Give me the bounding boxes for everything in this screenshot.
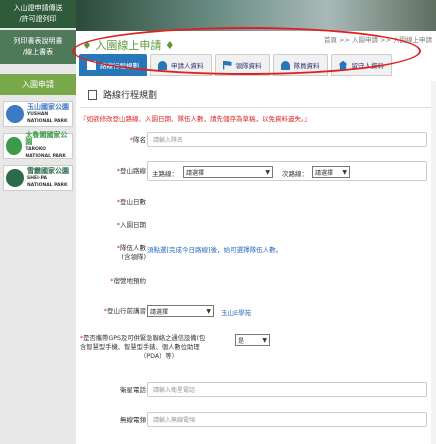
section-title: 路線行程規劃 (103, 91, 158, 101)
chevron-down-icon: ▼ (206, 307, 211, 315)
radio-frequency-label: 無線電頻 (120, 416, 146, 424)
pre-training-select[interactable]: 請選擇 ▼ (147, 305, 214, 317)
entry-date-label: *入園日期 (116, 221, 146, 229)
main-route-select[interactable]: 請選擇 ▼ (183, 166, 273, 178)
radio-frequency-input[interactable]: 請輸入無線電頻 (147, 412, 427, 427)
team-size-label: *隊伍人數 (含領隊) (116, 244, 146, 261)
satellite-phone-label: 衛星電話 (120, 386, 146, 394)
sidebar-permit-links[interactable]: 入山證申請傳送 /許可證列印 (0, 0, 76, 28)
park-name-en: YUSHAN (27, 111, 49, 117)
sidebar-link-print-guide[interactable]: 列印書表說明書 (2, 36, 74, 47)
document-icon (88, 89, 97, 100)
sidebar-link-permit-send[interactable]: 入山證申請傳送 (2, 3, 74, 14)
tab-bar: 路線行程規劃 申請人資料 領隊資料 隊員資料 留守人資料 (72, 27, 436, 77)
chevron-down-icon: ▼ (342, 168, 347, 176)
park-name-en: TAROKO (25, 147, 46, 152)
main-content: ♦ 入園線上申請 ♦ 首頁 >> 入園申請 >> 入園線上申請 路線行程規劃 申… (72, 27, 436, 444)
chevron-down-icon: ▼ (262, 336, 267, 344)
highlight-oval (72, 27, 421, 75)
route-label: *登山路線 (116, 167, 146, 175)
route-section: 路線行程規劃 『如欲修改登山路線、入園日期、隊伍人數，請先儲存為草稿，以免資料遺… (76, 82, 436, 128)
park-link-yushan[interactable]: 玉山國家公園 YUSHAN NATIONAL PARK (3, 101, 73, 127)
sidebar-link-permit-print[interactable]: /許可證列印 (2, 14, 74, 25)
park-name-en: NATIONAL PARK (25, 154, 66, 159)
team-name-label: *隊名 (129, 136, 146, 144)
taroko-logo-icon (6, 137, 23, 155)
pre-training-label: *登山行前講習 (103, 307, 146, 315)
camp-label: *宿營地預約 (110, 277, 146, 285)
team-size-sub: (含領隊) (121, 253, 146, 261)
chevron-down-icon: ▼ (265, 168, 270, 176)
park-name: 太魯閣國家公園 (25, 131, 68, 146)
satellite-phone-input[interactable]: 請輸入衛星電話 (147, 382, 427, 397)
section-header: 路線行程規劃 (80, 82, 432, 108)
team-size-note: 須點選[完成今日路線]後，始可選擇隊伍人數。 (147, 246, 283, 254)
sidebar-link-online-forms[interactable]: /線上書表 (2, 47, 74, 58)
park-name-en: NATIONAL PARK (27, 118, 68, 124)
sidebar: 入山證申請傳送 /許可證列印 列印書表說明書 /線上書表 入園申請 玉山國家公園… (0, 0, 76, 444)
sidebar-apply-header[interactable]: 入園申請 (0, 74, 76, 95)
park-name-en: NATIONAL PARK (27, 182, 68, 188)
park-name: 玉山國家公園 (27, 102, 69, 111)
yushan-logo-icon (6, 105, 24, 123)
gps-select[interactable]: 是 ▼ (235, 334, 270, 346)
park-link-taroko[interactable]: 太魯閣國家公園 TAROKO NATIONAL PARK (3, 131, 73, 159)
sheipa-logo-icon (6, 169, 24, 187)
scrollbar[interactable] (431, 81, 436, 444)
gps-label: *是否攜帶GPS及可供緊急聯絡之通信設備(包 含智慧型手機、智慧型手錶、個人數位… (80, 335, 206, 360)
sub-route-label: 次路線： (282, 170, 308, 178)
pre-training-link[interactable]: 玉山E學苑 (221, 307, 251, 317)
sub-route-select[interactable]: 請選擇 ▼ (312, 166, 350, 178)
park-name: 雪霸國家公園 (27, 166, 69, 175)
main-route-label: 主路線： (152, 170, 178, 178)
park-name-en: SHEI-PA (27, 175, 47, 181)
park-link-sheipa[interactable]: 雪霸國家公園 SHEI-PA NATIONAL PARK (3, 165, 73, 191)
climb-days-label: *登山日數 (116, 198, 146, 206)
sidebar-form-links[interactable]: 列印書表說明書 /線上書表 (0, 30, 76, 64)
warning-text: 『如欲修改登山路線、入園日期、隊伍人數，請先儲存為草稿，以免資料遺失。』 (80, 115, 311, 123)
team-name-input[interactable]: 請輸入隊名 (147, 132, 427, 147)
